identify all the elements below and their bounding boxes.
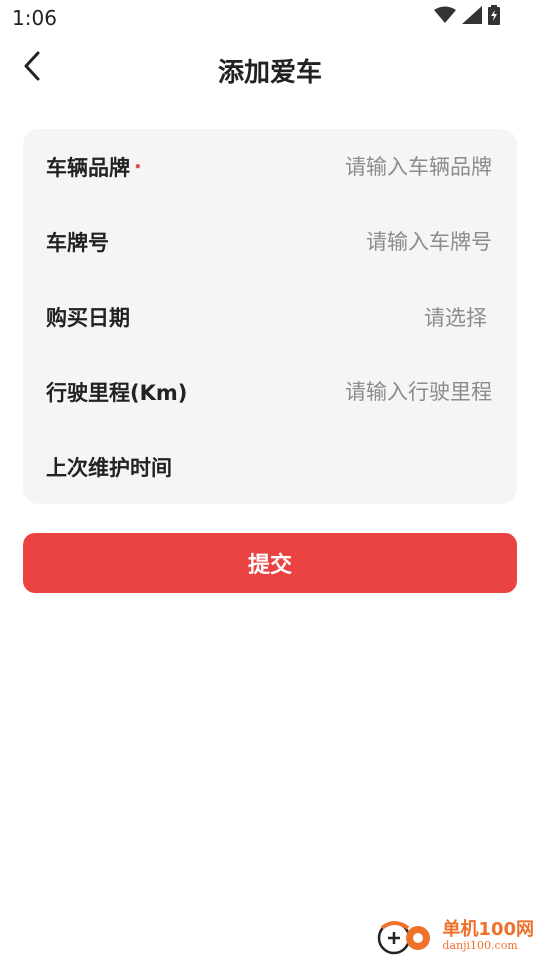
- status-bar: 1:06: [0, 0, 540, 36]
- battery-icon: [488, 5, 500, 29]
- watermark-title: 单机100网: [442, 919, 534, 941]
- signal-icon: [462, 6, 482, 28]
- brand-label-text: 车辆品牌: [46, 155, 130, 180]
- car-form-card: 车辆品牌 • 车牌号 购买日期 请选择 行驶里程(Km) 上次维护时间: [23, 129, 517, 504]
- plate-input[interactable]: [250, 228, 494, 255]
- wifi-icon: [434, 6, 456, 28]
- brand-input[interactable]: [250, 153, 494, 180]
- status-time: 1:06: [12, 6, 57, 30]
- navigation-bar: 添加爱车: [0, 36, 540, 100]
- form-row-purchase-date: 购买日期 请选择: [23, 279, 517, 354]
- watermark-text: 单机100网 danji100.com: [442, 920, 534, 952]
- watermark-url: danji100.com: [442, 938, 518, 952]
- plate-label: 车牌号: [46, 230, 109, 255]
- purchase-date-picker[interactable]: 请选择: [424, 302, 487, 332]
- page-title: 添加爱车: [217, 58, 322, 88]
- mileage-input[interactable]: [250, 378, 494, 405]
- form-row-mileage: 行驶里程(Km): [23, 354, 517, 429]
- submit-button[interactable]: 提交: [23, 533, 517, 593]
- purchase-date-label: 购买日期: [46, 305, 130, 330]
- brand-label: 车辆品牌 •: [46, 152, 142, 182]
- form-row-plate: 车牌号: [23, 204, 517, 279]
- form-row-brand: 车辆品牌 •: [23, 129, 517, 204]
- watermark-logo-icon: [376, 916, 436, 956]
- last-maintenance-label: 上次维护时间: [46, 455, 172, 480]
- watermark: 单机100网 danji100.com: [376, 916, 534, 956]
- form-row-last-maintenance[interactable]: 上次维护时间: [23, 429, 517, 504]
- status-icons: [434, 5, 500, 29]
- mileage-label: 行驶里程(Km): [46, 380, 188, 405]
- required-marker: •: [134, 159, 142, 174]
